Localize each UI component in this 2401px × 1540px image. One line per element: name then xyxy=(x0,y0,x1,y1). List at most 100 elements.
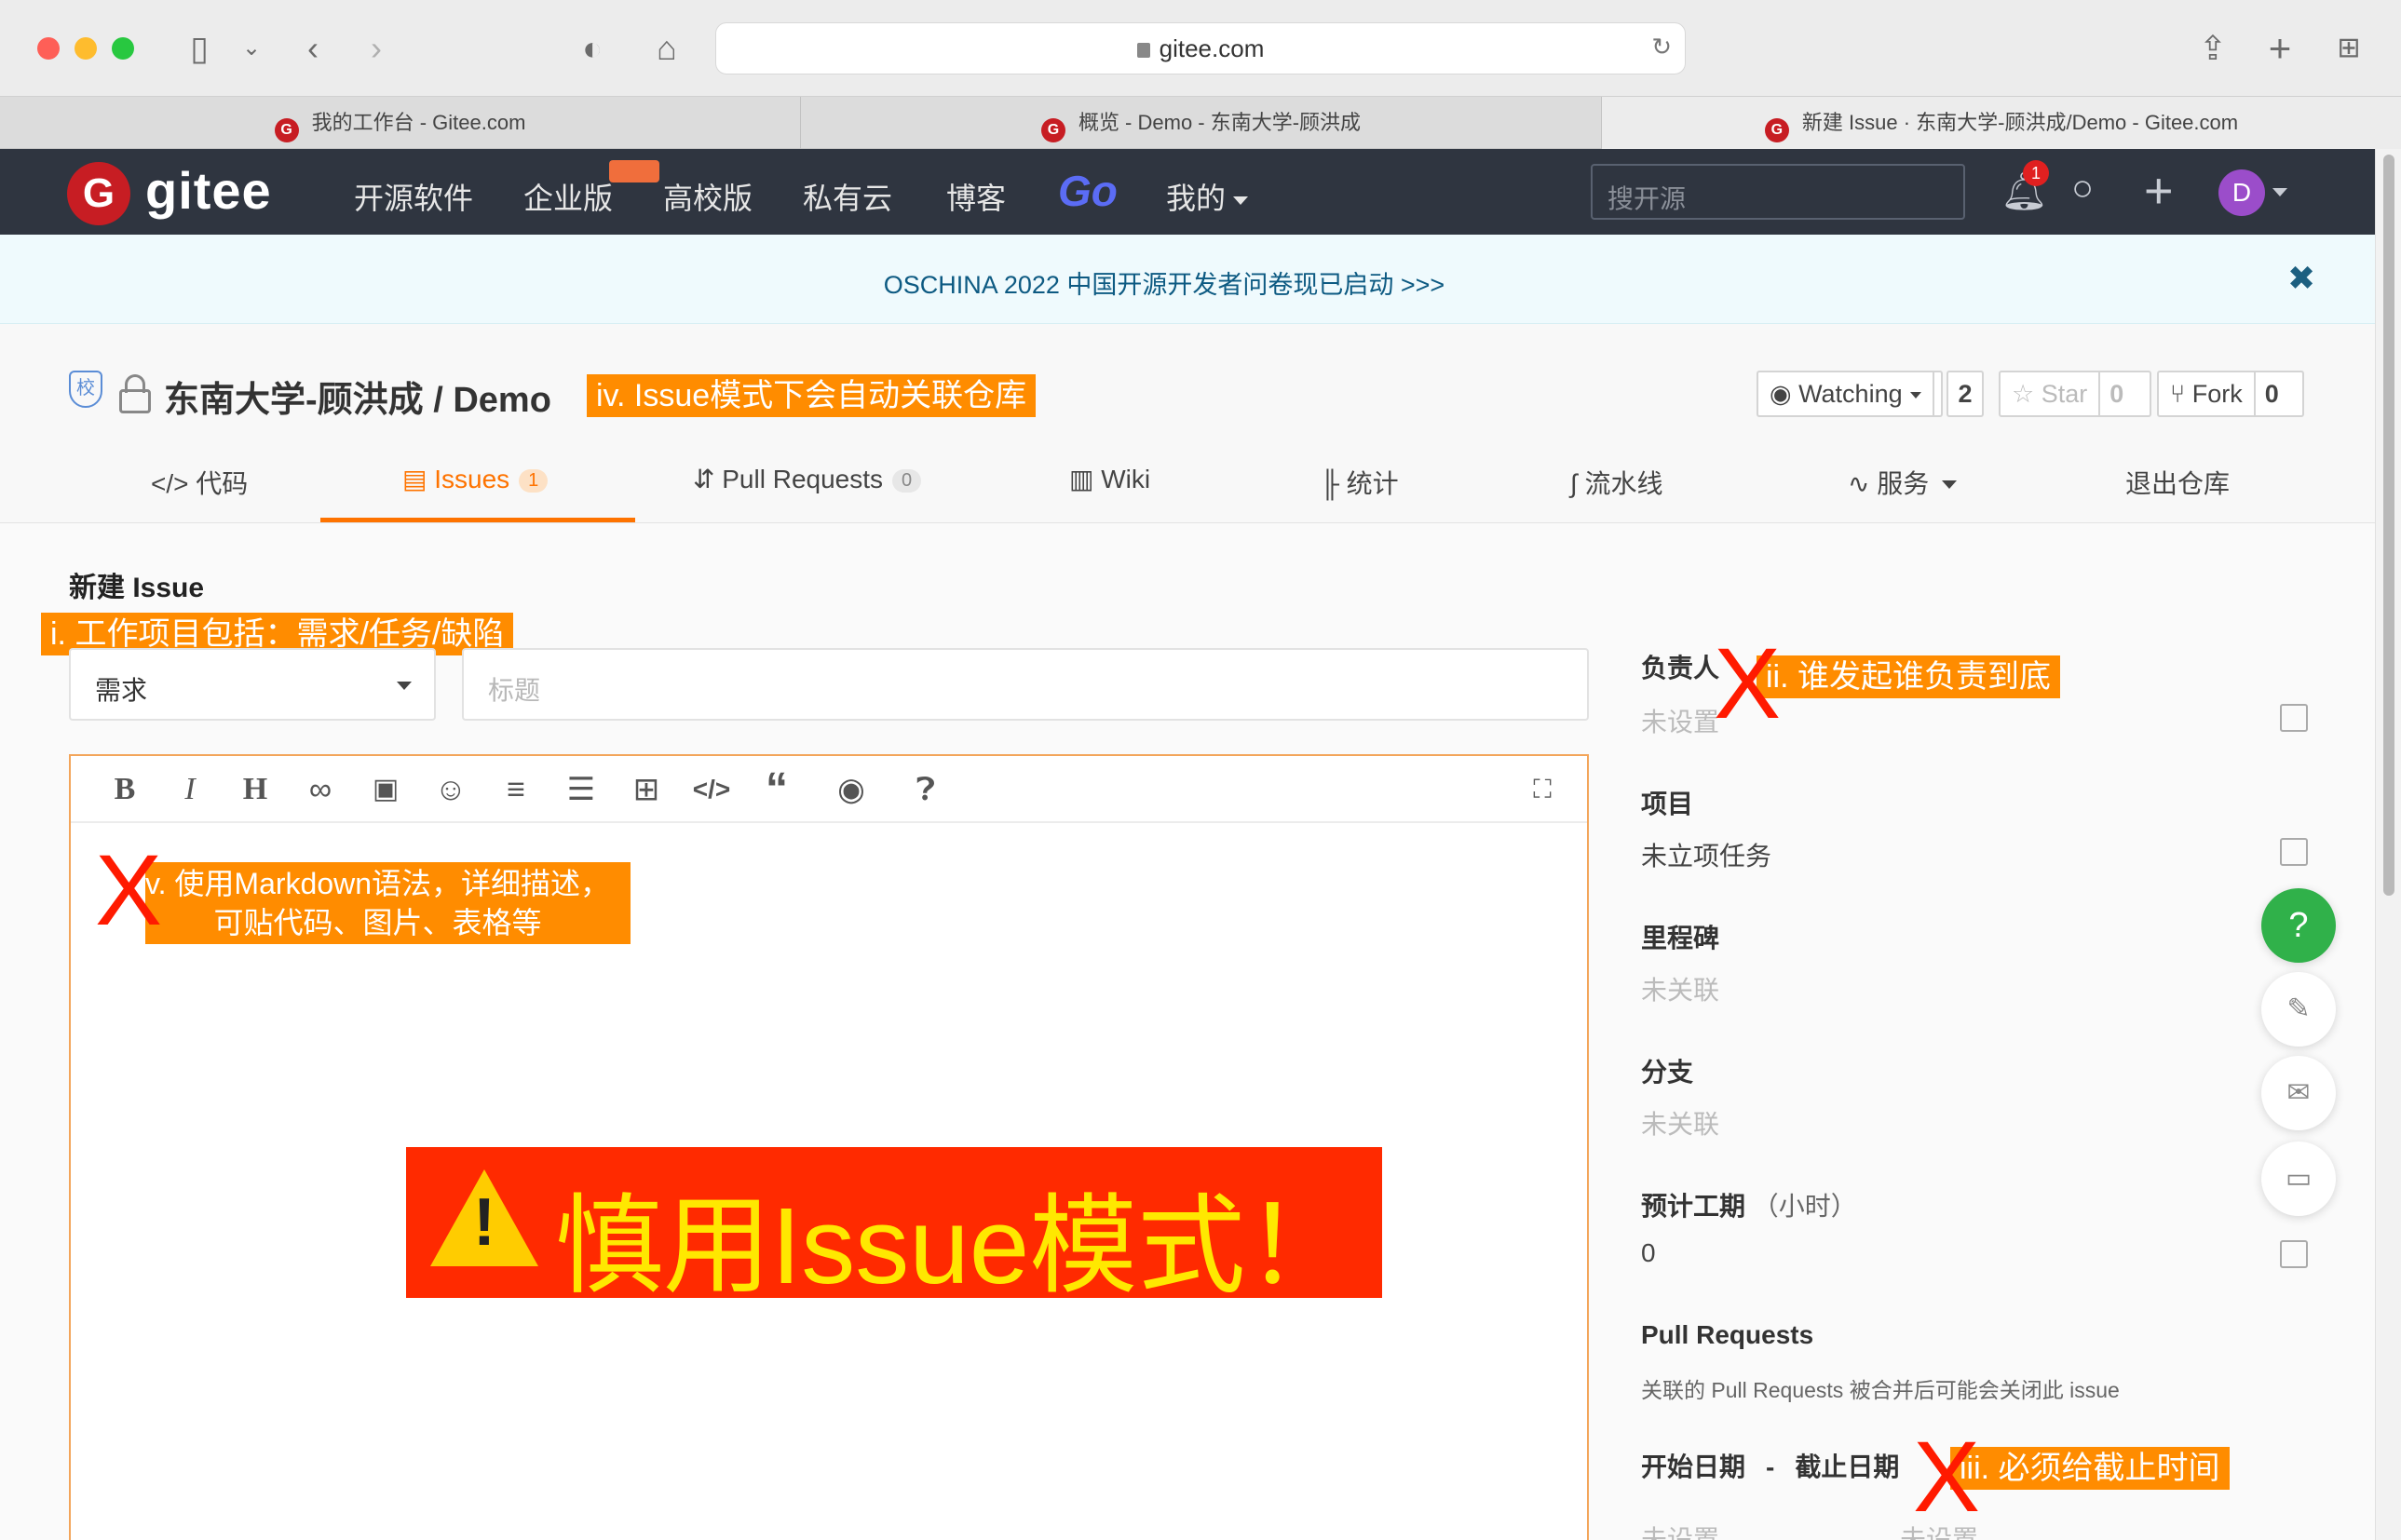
image-icon[interactable]: ▣ xyxy=(365,769,406,810)
red-x-assignee: X xyxy=(1714,627,1782,739)
star-button[interactable]: ☆ Star 0 xyxy=(1999,371,2151,417)
tab-overview-icon[interactable]: ⊞ xyxy=(2328,28,2369,69)
bold-icon[interactable]: B xyxy=(104,769,145,810)
mail-icon[interactable]: ✉ xyxy=(2261,1056,2336,1130)
home-icon[interactable]: ⌂ xyxy=(646,28,687,69)
date-separator: - xyxy=(1766,1452,1775,1481)
gitee-logo-text[interactable]: gitee xyxy=(145,160,272,221)
tab-bar: G 我的工作台 - Gitee.com G 概览 - Demo - 东南大学-顾洪成… xyxy=(0,97,2401,149)
eye-icon: ◉ xyxy=(1770,380,1799,408)
repo-title[interactable]: 东南大学-顾洪成 / Demo xyxy=(164,371,551,422)
watch-button[interactable]: ◉ Watching xyxy=(1757,371,1943,417)
browser-tab-workbench[interactable]: G 我的工作台 - Gitee.com xyxy=(0,97,801,149)
fork-button[interactable]: ⑂ Fork 0 xyxy=(2157,371,2304,417)
code-icon: </> xyxy=(151,469,189,498)
gitee-logo-icon[interactable]: G xyxy=(67,162,130,225)
preview-eye-icon[interactable]: ◉ xyxy=(831,769,872,810)
estimate-unit: （小时） xyxy=(1752,1192,1857,1221)
reload-icon[interactable]: ↻ xyxy=(1651,33,1672,61)
tab-leave-repo[interactable]: 退出仓库 xyxy=(2125,464,2230,501)
tab-pipeline-label: 流水线 xyxy=(1584,469,1663,498)
minimize-window-button[interactable] xyxy=(75,37,97,60)
address-bar[interactable]: gitee.com ↻ xyxy=(715,22,1686,74)
numbered-list-icon[interactable]: ☰ xyxy=(561,769,602,810)
tab-services-label: 服务 xyxy=(1877,469,1930,498)
nav-education[interactable]: 高校版 xyxy=(663,175,753,218)
avatar[interactable]: D xyxy=(2218,169,2265,216)
annotation-due: iii. 必须给截止时间 xyxy=(1950,1447,2230,1490)
search-input[interactable]: 搜开源 xyxy=(1591,164,1965,220)
nav-enterprise[interactable]: 企业版 xyxy=(523,175,613,218)
help-icon[interactable]: ❓︎ xyxy=(905,769,946,810)
date-labels: 开始日期 - 截止日期 xyxy=(1641,1447,1899,1484)
branch-label: 分支 xyxy=(1641,1058,1694,1087)
table-icon[interactable]: ⊞ xyxy=(626,769,667,810)
nav-blog[interactable]: 博客 xyxy=(946,175,1006,218)
sidebar-toggle-icon[interactable]: ▯ xyxy=(179,28,220,69)
heading-icon[interactable]: H xyxy=(235,769,276,810)
pr-label: Pull Requests xyxy=(1641,1320,1814,1349)
tab-wiki[interactable]: ▥ Wiki xyxy=(1069,464,1150,494)
page-scrollbar[interactable] xyxy=(2375,149,2401,1540)
tab-title: 我的工作台 - Gitee.com xyxy=(311,111,526,134)
nav-private-cloud[interactable]: 私有云 xyxy=(803,175,892,218)
browser-tab-overview[interactable]: G 概览 - Demo - 东南大学-顾洪成 xyxy=(801,97,1602,149)
italic-icon[interactable]: I xyxy=(170,769,210,810)
tab-code[interactable]: </> 代码 xyxy=(151,464,248,501)
quote-icon[interactable]: “ xyxy=(756,767,797,812)
pull-request-icon: ⇵ xyxy=(693,465,723,493)
plus-icon[interactable]: + xyxy=(2144,162,2174,220)
tab-pipeline[interactable]: ∫ 流水线 xyxy=(1570,464,1662,501)
tab-stats[interactable]: ╟ 统计 xyxy=(1321,464,1399,501)
scrollbar-thumb[interactable] xyxy=(2383,155,2394,896)
url-text: gitee.com xyxy=(716,34,1685,63)
lightbulb-icon[interactable]: ○ xyxy=(2071,168,2094,209)
fork-icon: ⑂ xyxy=(2170,380,2192,408)
help-button[interactable]: ? xyxy=(2261,888,2336,963)
nav-open-source[interactable]: 开源软件 xyxy=(354,175,473,218)
tab-stats-label: 统计 xyxy=(1346,469,1399,498)
zoom-window-button[interactable] xyxy=(112,37,134,60)
nav-mine-label: 我的 xyxy=(1166,182,1227,215)
milestone-value: 未关联 xyxy=(1641,976,1720,1005)
edit-estimate-icon[interactable] xyxy=(2280,1240,2308,1268)
gitee-favicon: G xyxy=(274,118,299,142)
tab-services[interactable]: ∿ 服务 xyxy=(1848,464,1958,501)
url-value: gitee.com xyxy=(1159,34,1265,62)
tab-issues[interactable]: ▤ Issues 1 xyxy=(402,464,549,494)
issue-title-input[interactable]: 标题 xyxy=(462,648,1589,721)
emoji-icon[interactable]: ☺ xyxy=(430,769,471,810)
close-window-button[interactable] xyxy=(37,37,60,60)
edit-project-icon[interactable] xyxy=(2280,838,2308,866)
close-icon[interactable]: ✖ xyxy=(2287,259,2315,298)
issue-type-select[interactable]: 需求 xyxy=(69,648,436,721)
nav-go[interactable]: Go xyxy=(1058,166,1118,216)
code-icon[interactable]: </> xyxy=(691,769,732,810)
watch-label: ◉ Watching xyxy=(1758,372,1934,415)
share-icon[interactable]: ⇪ xyxy=(2192,28,2233,69)
feedback-icon[interactable]: ✎ xyxy=(2261,972,2336,1047)
search-placeholder: 搜开源 xyxy=(1607,184,1687,213)
link-icon[interactable]: ∞ xyxy=(300,769,341,810)
forward-icon[interactable]: › xyxy=(356,28,397,69)
announcement-link[interactable]: OSCHINA 2022 中国开源开发者问卷现已启动 >>> xyxy=(0,264,2328,301)
new-tab-icon[interactable]: + xyxy=(2259,28,2300,69)
edit-assignee-icon[interactable] xyxy=(2280,704,2308,732)
back-icon[interactable]: ‹ xyxy=(292,28,333,69)
chevron-down-icon[interactable]: ⌄ xyxy=(231,28,272,69)
tab-pull-requests[interactable]: ⇵ Pull Requests 0 xyxy=(693,464,922,494)
caret-down-icon[interactable] xyxy=(2272,188,2287,196)
browser-tab-new-issue[interactable]: G 新建 Issue · 东南大学-顾洪成/Demo - Gitee.com xyxy=(1602,97,2401,149)
assignee-label: 负责人 xyxy=(1641,654,1720,682)
watch-count[interactable]: 2 xyxy=(1947,371,1984,417)
fork-count: 0 xyxy=(2264,380,2279,408)
shield-icon[interactable]: ◐ xyxy=(572,28,613,69)
start-date-value[interactable]: 未设置 xyxy=(1641,1520,1719,1540)
bullet-list-icon[interactable]: ≡ xyxy=(495,769,536,810)
chat-icon[interactable]: ▭ xyxy=(2261,1141,2336,1216)
gitee-favicon: G xyxy=(1764,118,1789,142)
fullscreen-icon[interactable]: ⛶ xyxy=(1522,769,1563,810)
caret-down-icon xyxy=(1909,392,1921,399)
red-x-markdown: X xyxy=(95,833,163,946)
nav-mine[interactable]: 我的 xyxy=(1166,175,1249,218)
